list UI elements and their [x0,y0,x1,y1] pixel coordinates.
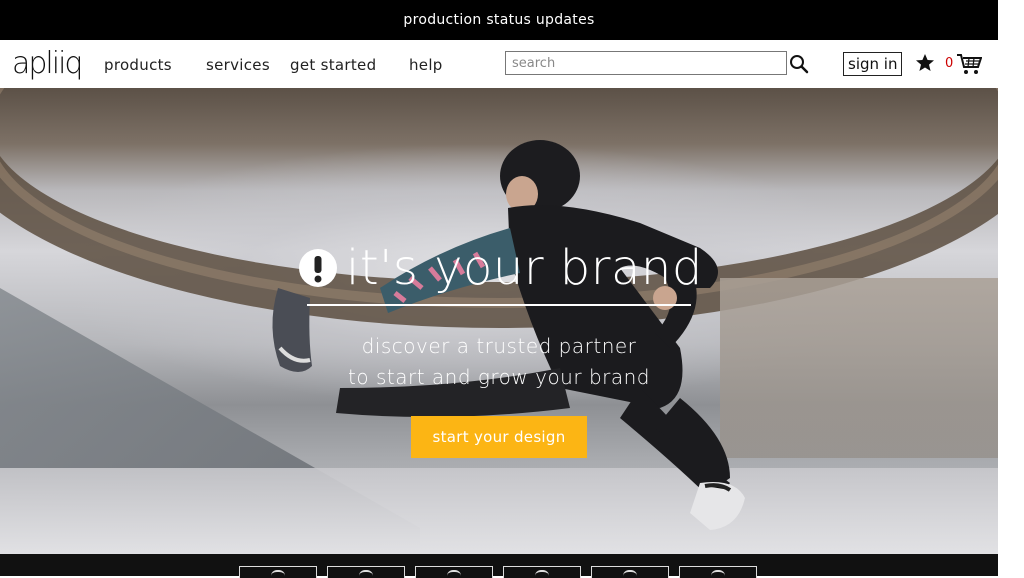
feature-tile[interactable] [415,566,493,578]
feature-tile-icon [623,570,637,578]
nav-item-help[interactable]: help [409,56,443,74]
hero-divider [307,304,691,306]
announcement-text[interactable]: production status updates [403,12,594,28]
feature-tile[interactable] [239,566,317,578]
search-input[interactable] [505,51,787,75]
feature-tile[interactable] [591,566,669,578]
main-nav: apliiq products services get started hel… [0,40,998,88]
nav-item-services[interactable]: services [206,56,270,74]
hero-wall-decoration [720,278,998,458]
nav-item-products[interactable]: products [104,56,172,74]
feature-tile-icon [535,570,549,578]
feature-tile[interactable] [327,566,405,578]
feature-tile-icon [711,570,725,578]
cart-count[interactable]: 0 [945,56,953,71]
feature-tile[interactable] [679,566,757,578]
feature-strip [0,554,998,578]
sign-in-button[interactable]: sign in [843,52,903,76]
hero-subtitle-line-1: discover a trusted partner [361,334,637,358]
feature-tile-icon [271,570,285,578]
search-icon[interactable] [789,54,809,74]
nav-item-get-started[interactable]: get started [290,56,376,74]
feature-tile[interactable] [503,566,581,578]
logo[interactable]: apliiq [12,46,83,81]
star-icon[interactable] [915,53,935,73]
hero-title-group: it's your brand [298,240,703,296]
start-design-button[interactable]: start your design [411,416,587,458]
hero-banner: it's your brand discover a trusted partn… [0,88,998,554]
feature-tile-icon [447,570,461,578]
hero-title: it's your brand [346,240,703,296]
hero-subtitle-line-2: to start and grow your brand [348,365,650,389]
announcement-bar[interactable]: production status updates [0,0,998,40]
feature-tile-icon [359,570,373,578]
alert-icon [299,249,337,287]
cart-icon[interactable] [956,52,982,76]
